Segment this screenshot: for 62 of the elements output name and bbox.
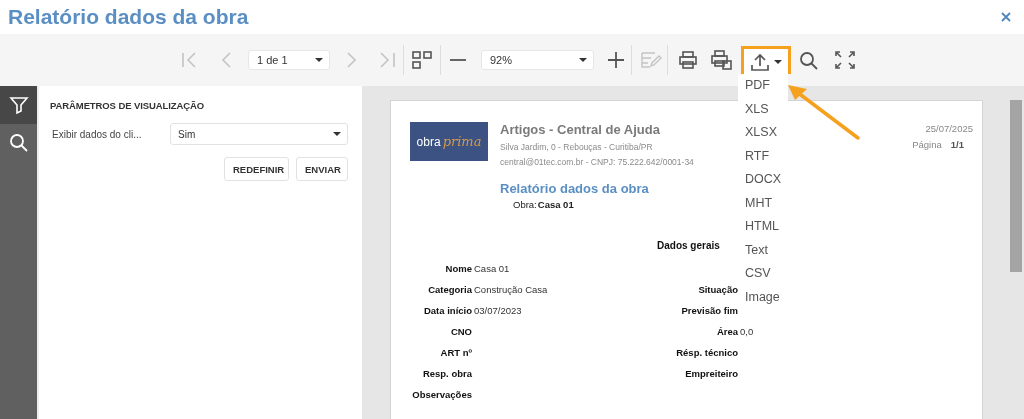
caret-icon	[315, 58, 323, 62]
window-title: Relatório dados da obra	[8, 5, 249, 29]
search-icon	[8, 133, 29, 153]
menu-item[interactable]: Text	[738, 238, 788, 262]
filter-tab[interactable]	[0, 86, 37, 124]
menu-item[interactable]: Image	[738, 285, 788, 309]
field-label: Previsão fim	[680, 305, 738, 316]
filter-icon	[8, 95, 29, 115]
export-button[interactable]	[741, 46, 791, 74]
menu-item[interactable]: RTF	[738, 144, 788, 168]
zoom-select[interactable]: 92%	[481, 50, 594, 70]
field-label: Categoria	[427, 284, 472, 295]
page-label: Página	[912, 139, 942, 150]
report-title: Relatório dados da obra	[500, 181, 650, 196]
menu-item[interactable]: HTML	[738, 215, 788, 239]
menu-item[interactable]: DOCX	[738, 168, 788, 192]
field-value: 03/07/2023	[474, 305, 523, 316]
submit-button[interactable]: ENVIAR	[296, 157, 348, 181]
menu-item[interactable]: XLS	[738, 97, 788, 121]
menu-item[interactable]: PDF	[738, 74, 788, 98]
print-icon[interactable]	[677, 50, 699, 70]
field-label: Exibir dados do cli...	[51, 128, 143, 140]
upload-icon	[750, 51, 770, 72]
field-value: Casa 01	[537, 199, 574, 210]
company-logo: obraprima	[410, 122, 488, 161]
field-label: Área	[715, 326, 738, 337]
field-label: Situação	[697, 284, 738, 295]
field-label: CNO	[449, 326, 472, 337]
caret-icon	[333, 132, 341, 136]
field-label: Obra:	[513, 199, 537, 210]
caret-icon	[774, 59, 782, 64]
section-heading: Dados gerais	[657, 240, 720, 251]
fullscreen-icon[interactable]	[834, 50, 856, 70]
reset-button[interactable]: REDEFINIR	[224, 157, 289, 181]
company-name: Artigos - Central de Ajuda	[500, 122, 661, 137]
scrollbar-thumb[interactable]	[1010, 100, 1022, 272]
select-field[interactable]: Sim	[170, 123, 348, 145]
multipage-icon[interactable]	[411, 50, 433, 70]
search-icon[interactable]	[798, 50, 820, 70]
zoom-in-icon[interactable]	[605, 50, 627, 70]
field-label: Resp. obra	[421, 368, 472, 379]
company-contact: central@01tec.com.br - CNPJ: 75.222.642/0001-34	[500, 157, 694, 167]
panel-heading: PARÂMETROS DE VISUALIZAÇÃO	[50, 100, 205, 111]
menu-item[interactable]: CSV	[738, 262, 788, 286]
menu-item[interactable]: XLSX	[738, 121, 788, 145]
close-icon[interactable]	[1000, 11, 1012, 23]
company-address: Silva Jardim, 0 - Rebouças - Curitiba/PR	[500, 142, 654, 152]
field-value: Construção Casa	[474, 284, 549, 295]
caret-icon	[579, 58, 587, 62]
menu-item[interactable]: MHT	[738, 191, 788, 215]
field-value: Casa 01	[474, 263, 511, 274]
field-label: Nome	[444, 263, 472, 274]
field-label: Observações	[411, 389, 472, 400]
page-number: 1/1	[950, 139, 964, 150]
field-label: ART nº	[439, 347, 472, 358]
page-select[interactable]: 1 de 1	[248, 50, 330, 70]
field-value: 0,0	[740, 326, 755, 337]
field-label: Empreiteiro	[684, 368, 738, 379]
field-label: Data início	[422, 305, 472, 316]
print-page-icon[interactable]	[710, 50, 732, 70]
report-date: 25/07/2025	[925, 123, 973, 134]
field-label: Résp. técnico	[675, 347, 738, 358]
